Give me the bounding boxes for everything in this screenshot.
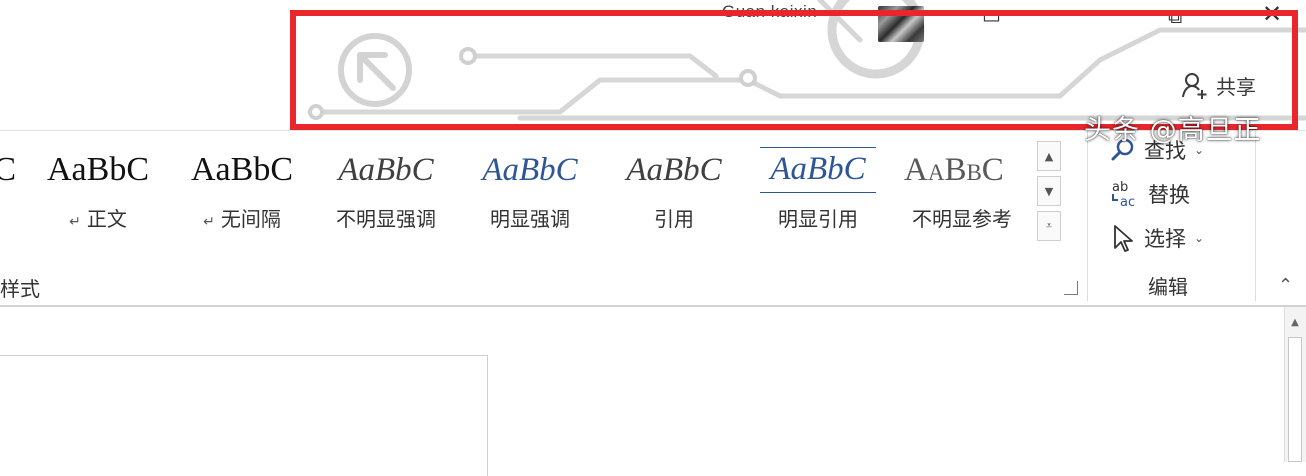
group-divider — [1087, 131, 1088, 301]
collapse-ribbon-icon[interactable]: ⌃ — [1278, 275, 1293, 296]
style-preview: AaBbC — [760, 147, 876, 193]
style-name: ↵ 正文 — [69, 207, 127, 231]
style-tile-intense-quote[interactable]: AaBbC 明显引用 — [746, 131, 890, 249]
scrollbar-thumb[interactable] — [1288, 337, 1302, 462]
svg-text:ab: ab — [1112, 180, 1128, 195]
style-tile-no-spacing[interactable]: AaBbC ↵ 无间隔 — [170, 131, 314, 249]
styles-group-label: 样式 — [0, 277, 40, 301]
style-name: 引用 — [654, 207, 694, 231]
replace-button[interactable]: ab ac 替换 — [1110, 179, 1190, 209]
cursor-arrow-icon — [1114, 225, 1133, 252]
style-tile-normal[interactable]: AaBbC ↵ 正文 — [26, 131, 170, 249]
style-preview: AaBbC — [338, 152, 434, 188]
style-name: ↵ 无间隔 — [203, 207, 281, 231]
group-divider — [1255, 131, 1256, 301]
vertical-scrollbar[interactable]: ▲ — [1284, 307, 1306, 462]
style-tile-subtle-reference[interactable]: AaBbC 不明显参考 — [890, 131, 1034, 249]
watermark-text: 头条 @高旦正 — [1084, 115, 1262, 146]
style-tile-intense-emphasis[interactable]: AaBbC 明显强调 — [458, 131, 602, 249]
styles-gallery-scroll: ▲ ▼ ⩡ — [1037, 141, 1063, 246]
replace-label: 替换 — [1148, 183, 1190, 207]
select-label: 选择 — [1144, 227, 1186, 251]
select-button[interactable]: 选择 ⌄ — [1110, 223, 1204, 253]
ribbon: C AaBbC ↵ 正文 AaBbC ↵ 无间隔 AaBbC 不明显强调 AaBbC… — [0, 131, 1306, 306]
scroll-up-icon[interactable]: ▲ — [1287, 315, 1303, 331]
style-preview: AaBbC — [47, 151, 149, 188]
gallery-up-icon[interactable]: ▲ — [1037, 141, 1061, 171]
style-name: 不明显参考 — [912, 207, 1012, 231]
style-preview: AaBbC — [191, 151, 293, 188]
paragraph-mark-icon: ↵ — [203, 214, 215, 230]
svg-text:ac: ac — [1120, 195, 1135, 209]
styles-gallery: C AaBbC ↵ 正文 AaBbC ↵ 无间隔 AaBbC 不明显强调 AaBbC… — [0, 131, 1036, 249]
style-preview: AaBbC — [626, 152, 722, 188]
style-name: 明显强调 — [490, 207, 570, 231]
styles-dialog-launcher-icon[interactable] — [1064, 281, 1078, 295]
style-preview: AaBbC — [482, 152, 578, 188]
editing-group-label: 编辑 — [1148, 275, 1188, 299]
style-tile-quote[interactable]: AaBbC 引用 — [602, 131, 746, 249]
page-margin-corner — [0, 355, 488, 476]
gallery-down-icon[interactable]: ▼ — [1037, 176, 1061, 206]
gallery-more-icon[interactable]: ⩡ — [1037, 211, 1061, 241]
style-name: 不明显强调 — [336, 207, 436, 231]
style-name: 明显引用 — [778, 207, 858, 231]
style-preview: AaBbC — [904, 152, 1004, 188]
chevron-down-icon: ⌄ — [1194, 231, 1205, 245]
style-tile-subtle-emphasis[interactable]: AaBbC 不明显强调 — [314, 131, 458, 249]
replace-icon: ab ac — [1112, 180, 1135, 209]
document-canvas[interactable]: ▲ — [0, 307, 1306, 476]
paragraph-mark-icon: ↵ — [69, 214, 81, 230]
